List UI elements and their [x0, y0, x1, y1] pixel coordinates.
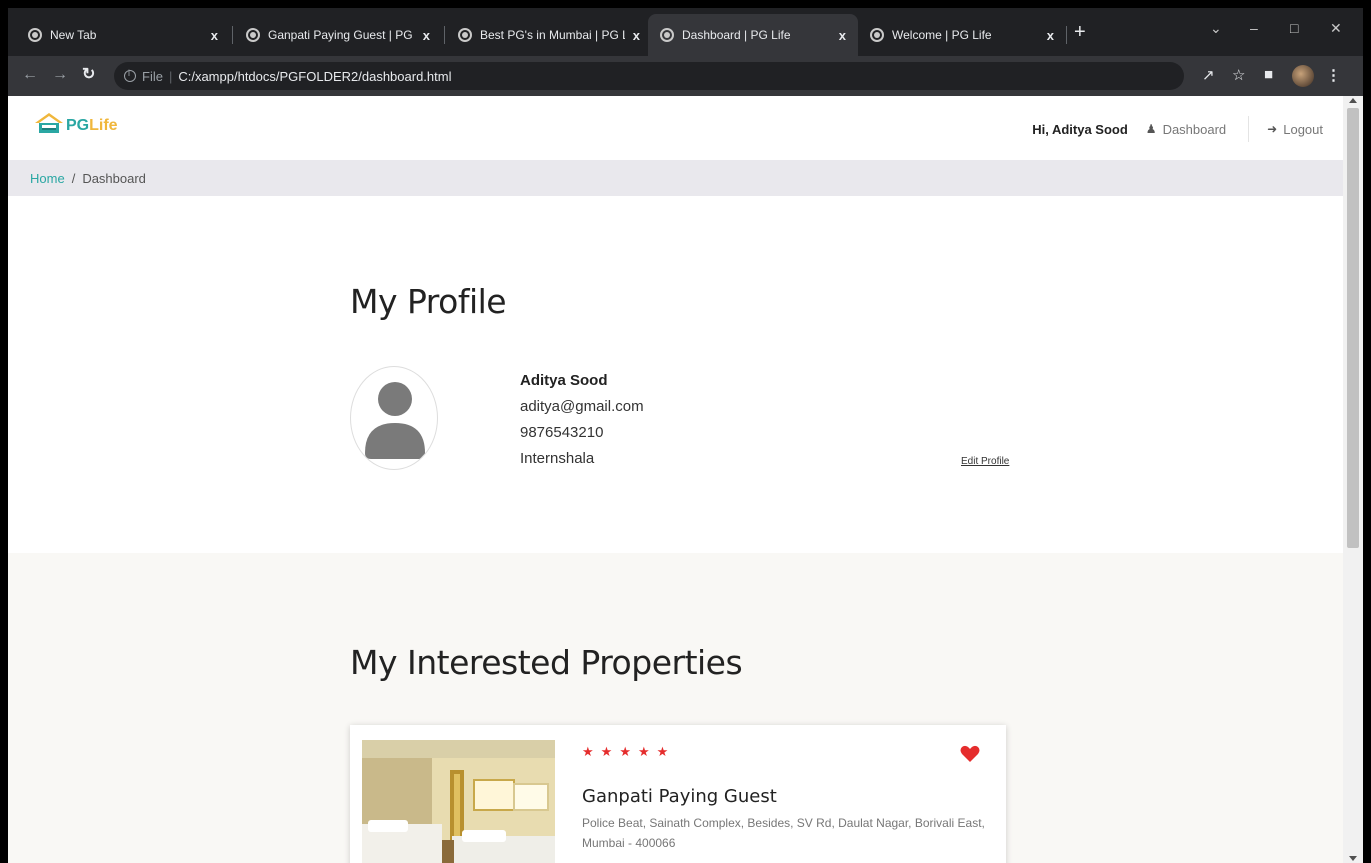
scroll-thumb[interactable] — [1347, 108, 1359, 548]
profile-section: My Profile Aditya Sood aditya@gmail.com … — [8, 196, 1343, 553]
url-text: C:/xampp/htdocs/PGFOLDER2/dashboard.html — [178, 68, 452, 84]
breadcrumb-current: Dashboard — [82, 170, 146, 186]
close-icon[interactable]: x — [423, 28, 430, 43]
interested-properties-section: My Interested Properties ★ ★ ★ ★ ★ Ganpa… — [8, 553, 1343, 863]
close-icon[interactable]: x — [633, 28, 640, 43]
star-icon: ★ — [582, 744, 594, 759]
globe-icon — [246, 28, 260, 42]
logout-link[interactable]: ➜ Logout — [1267, 122, 1323, 137]
star-icon: ★ — [600, 744, 613, 759]
url-bar[interactable]: File | C:/xampp/htdocs/PGFOLDER2/dashboa… — [114, 62, 1184, 90]
tab-separator — [444, 26, 445, 44]
tab-dashboard[interactable]: Dashboard | PG Life x — [648, 14, 858, 56]
profile-phone: 9876543210 — [520, 424, 604, 441]
globe-icon — [458, 28, 472, 42]
new-tab-button[interactable]: + — [1074, 22, 1086, 42]
star-icon: ★ — [619, 744, 631, 759]
menu-icon[interactable]: ⋮ — [1326, 66, 1341, 84]
room-photo — [362, 740, 555, 863]
close-icon[interactable]: x — [839, 28, 846, 43]
property-address: Police Beat, Sainath Complex, Besides, S… — [582, 816, 985, 850]
star-icon: ★ — [637, 744, 650, 759]
property-card[interactable]: ★ ★ ★ ★ ★ Ganpati Paying Guest Police Be… — [350, 725, 1006, 863]
user-icon: ♟ — [1145, 122, 1157, 136]
minimize-icon[interactable]: – — [1250, 20, 1258, 36]
back-icon[interactable]: ← — [22, 66, 38, 84]
page-scrollbar[interactable] — [1343, 96, 1363, 863]
side-panel-icon[interactable]: ■ — [1264, 66, 1273, 83]
profile-details: Aditya Sood aditya@gmail.com 9876543210 … — [520, 368, 644, 472]
scroll-down-icon[interactable] — [1349, 856, 1357, 861]
user-greeting: Hi, Aditya Sood — [1032, 121, 1128, 137]
tab-ganpati[interactable]: Ganpati Paying Guest | PG Life x — [234, 14, 442, 56]
edit-profile-link[interactable]: Edit Profile — [961, 456, 1009, 467]
close-icon[interactable]: x — [211, 28, 218, 43]
breadcrumb: Home / Dashboard — [8, 160, 1343, 196]
profile-avatar-icon[interactable] — [1292, 65, 1314, 87]
profile-email: aditya@gmail.com — [520, 398, 644, 415]
tab-separator — [232, 26, 233, 44]
address-bar-row: ← → ↻ File | C:/xampp/htdocs/PGFOLDER2/d… — [8, 56, 1363, 96]
forward-icon[interactable]: → — [52, 66, 68, 84]
dashboard-link[interactable]: ♟ Dashboard — [1146, 122, 1226, 137]
restore-icon[interactable]: □ — [1290, 20, 1298, 36]
house-logo-icon — [35, 113, 63, 133]
globe-icon — [660, 28, 674, 42]
close-icon[interactable]: x — [1047, 28, 1054, 43]
section-title: My Interested Properties — [350, 643, 743, 682]
nav-divider — [1248, 116, 1250, 142]
star-icon: ★ — [656, 744, 669, 759]
info-icon[interactable] — [124, 68, 136, 82]
profile-college: Internshala — [520, 450, 595, 467]
page-viewport: PGLife Hi, Aditya Sood ♟ Dashboard ➜ Log… — [8, 96, 1343, 863]
breadcrumb-home-link[interactable]: Home — [30, 171, 65, 186]
avatar — [350, 366, 438, 470]
reload-icon[interactable]: ↻ — [82, 66, 95, 84]
property-image[interactable] — [362, 740, 555, 863]
chrome-icon — [28, 28, 42, 42]
tab-welcome[interactable]: Welcome | PG Life x — [858, 14, 1066, 56]
header-nav: Hi, Aditya Sood ♟ Dashboard ➜ Logout — [1032, 116, 1323, 142]
browser-window: New Tab x Ganpati Paying Guest | PG Life… — [8, 8, 1363, 863]
tab-bar: New Tab x Ganpati Paying Guest | PG Life… — [8, 8, 1363, 56]
scroll-up-icon[interactable] — [1349, 98, 1357, 103]
page-title: My Profile — [350, 282, 507, 321]
tab-best-pgs[interactable]: Best PG's in Mumbai | PG Life x — [446, 14, 652, 56]
heart-icon[interactable] — [960, 745, 980, 768]
window-close-icon[interactable]: ✕ — [1330, 20, 1342, 37]
star-rating: ★ ★ ★ ★ ★ — [582, 744, 675, 760]
share-icon[interactable]: ↗ — [1202, 66, 1215, 84]
tab-separator — [1066, 26, 1067, 44]
site-logo[interactable]: PGLife — [34, 112, 118, 134]
user-avatar-icon — [365, 382, 425, 459]
tab-search-icon[interactable]: ⌄ — [1210, 20, 1222, 37]
site-header: PGLife Hi, Aditya Sood ♟ Dashboard ➜ Log… — [8, 96, 1343, 160]
globe-icon — [870, 28, 884, 42]
tab-new-tab[interactable]: New Tab x — [16, 14, 230, 56]
bookmark-star-icon[interactable]: ☆ — [1232, 66, 1245, 84]
profile-name: Aditya Sood — [520, 372, 608, 389]
logout-icon: ➜ — [1267, 122, 1278, 136]
property-name[interactable]: Ganpati Paying Guest — [582, 786, 777, 807]
